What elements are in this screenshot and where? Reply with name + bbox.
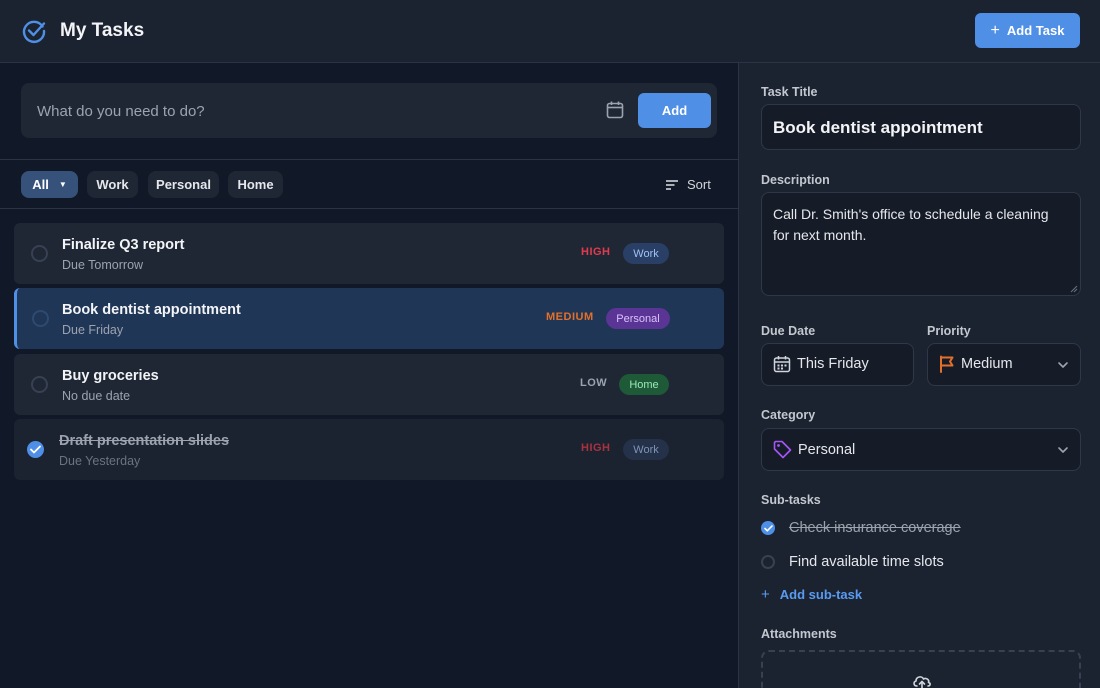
due-date-field[interactable]: This Friday	[761, 343, 914, 386]
task-item[interactable]: Buy groceries No due date LOW Home	[14, 354, 724, 415]
priority-label: MEDIUM	[546, 311, 594, 323]
new-task-input[interactable]	[37, 100, 577, 122]
priority-label: Priority	[927, 324, 971, 338]
task-title: Book dentist appointment	[62, 302, 241, 318]
app-header: My Tasks + Add Task	[0, 0, 1100, 63]
app-title: My Tasks	[60, 20, 145, 41]
task-due-date: Due Tomorrow	[62, 258, 144, 272]
add-subtask-button[interactable]: + Add sub-task	[761, 586, 862, 603]
subtask-checkbox-checked[interactable]	[761, 521, 775, 535]
add-task-button[interactable]: + Add Task	[975, 13, 1080, 48]
due-date-label: Due Date	[761, 324, 816, 338]
subtask-label: Find available time slots	[789, 554, 944, 570]
task-title: Buy groceries	[62, 368, 159, 384]
sort-button[interactable]: Sort	[665, 177, 711, 192]
priority-label: LOW	[580, 377, 608, 389]
description-label: Description	[761, 173, 830, 187]
chevron-down-icon	[1058, 362, 1068, 368]
add-button[interactable]: Add	[638, 93, 711, 128]
attachments-label: Attachments	[761, 627, 837, 641]
task-checkbox[interactable]	[31, 376, 48, 393]
priority-select[interactable]: Medium	[927, 343, 1081, 386]
task-title: Finalize Q3 report	[62, 237, 185, 253]
task-list-panel: Add All ▼ Work Personal Home Sort Finali…	[0, 63, 738, 688]
task-due-date: Due Friday	[62, 323, 124, 337]
caret-down-icon: ▼	[58, 180, 67, 189]
task-due-date: No due date	[62, 389, 131, 403]
tag-icon	[773, 440, 792, 459]
due-date-value: This Friday	[797, 356, 869, 372]
filter-chip-label: All	[32, 177, 49, 192]
checkmark-icon	[30, 445, 41, 454]
task-checkbox-checked[interactable]	[27, 441, 44, 458]
sort-icon	[666, 179, 678, 190]
subtask-label: Check insurance coverage	[789, 520, 961, 536]
cloud-upload-icon	[913, 676, 931, 688]
category-badge: Work	[623, 243, 669, 264]
chevron-down-icon	[1058, 447, 1068, 453]
add-subtask-label: Add sub-task	[779, 587, 863, 602]
task-title-label: Task Title	[761, 85, 818, 99]
task-detail-panel: Task Title Book dentist appointment Desc…	[738, 63, 1100, 688]
check-circle-icon	[22, 20, 46, 43]
subtask-item[interactable]: Check insurance coverage	[761, 520, 961, 536]
task-due-date: Due Yesterday	[59, 454, 141, 468]
category-value: Personal	[798, 441, 856, 458]
description-field[interactable]: Call Dr. Smith's office to schedule a cl…	[761, 192, 1081, 296]
filter-chip-all[interactable]: All ▼	[21, 171, 78, 198]
task-item-completed[interactable]: Draft presentation slides Due Yesterday …	[14, 419, 724, 480]
task-title-value: Book dentist appointment	[773, 118, 983, 137]
task-title: Draft presentation slides	[59, 433, 230, 449]
category-badge: Work	[623, 439, 669, 460]
task-item-selected[interactable]: Book dentist appointment Due Friday MEDI…	[14, 288, 724, 349]
task-title-field[interactable]: Book dentist appointment	[761, 104, 1081, 150]
subtask-item[interactable]: Find available time slots	[761, 554, 944, 570]
priority-label: HIGH	[581, 246, 611, 258]
calendar-icon	[773, 356, 791, 373]
attachment-dropzone[interactable]	[761, 650, 1081, 688]
new-task-bar: Add	[21, 83, 717, 138]
flag-icon	[940, 355, 954, 373]
filter-chip-personal[interactable]: Personal	[148, 171, 219, 198]
category-label: Category	[761, 408, 816, 422]
subtask-checkbox[interactable]	[761, 555, 775, 569]
task-checkbox[interactable]	[32, 310, 49, 327]
priority-value: Medium	[961, 356, 1013, 372]
task-item[interactable]: Finalize Q3 report Due Tomorrow HIGH Wor…	[14, 223, 724, 284]
filter-chip-work[interactable]: Work	[87, 171, 138, 198]
plus-icon: +	[761, 586, 770, 603]
divider	[0, 208, 738, 209]
divider	[0, 159, 738, 160]
calendar-icon[interactable]	[605, 100, 625, 120]
priority-label: HIGH	[581, 442, 611, 454]
task-checkbox[interactable]	[31, 245, 48, 262]
category-badge: Home	[619, 374, 669, 395]
filter-chip-home[interactable]: Home	[228, 171, 283, 198]
plus-icon: +	[990, 21, 1000, 39]
subtasks-label: Sub-tasks	[761, 493, 821, 507]
description-value: Call Dr. Smith's office to schedule a cl…	[773, 206, 1049, 243]
category-badge: Personal	[606, 308, 670, 329]
sort-label: Sort	[687, 177, 711, 192]
resize-grip-icon[interactable]	[1070, 285, 1078, 293]
checkmark-icon	[763, 524, 773, 532]
add-task-label: Add Task	[1006, 23, 1065, 38]
category-select[interactable]: Personal	[761, 428, 1081, 471]
